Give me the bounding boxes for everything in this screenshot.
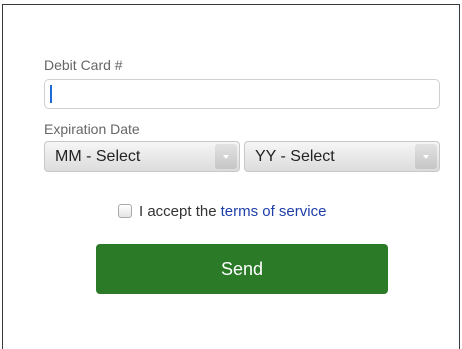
chevron-down-icon <box>415 144 437 169</box>
terms-text: I accept the <box>139 202 217 220</box>
year-select-value: YY - Select <box>255 148 335 165</box>
debit-card-label: Debit Card # <box>44 57 123 73</box>
year-select[interactable]: YY - Select <box>244 141 440 172</box>
form-panel <box>2 4 460 349</box>
terms-row: I accept the terms of service <box>118 201 326 221</box>
chevron-down-icon <box>215 144 237 169</box>
month-select[interactable]: MM - Select <box>44 141 240 172</box>
month-select-value: MM - Select <box>55 148 141 165</box>
terms-checkbox[interactable] <box>118 204 132 218</box>
expiration-date-label: Expiration Date <box>44 121 140 137</box>
terms-of-service-link[interactable]: terms of service <box>221 203 327 220</box>
send-button[interactable]: Send <box>96 244 388 294</box>
debit-card-input[interactable] <box>44 79 440 109</box>
